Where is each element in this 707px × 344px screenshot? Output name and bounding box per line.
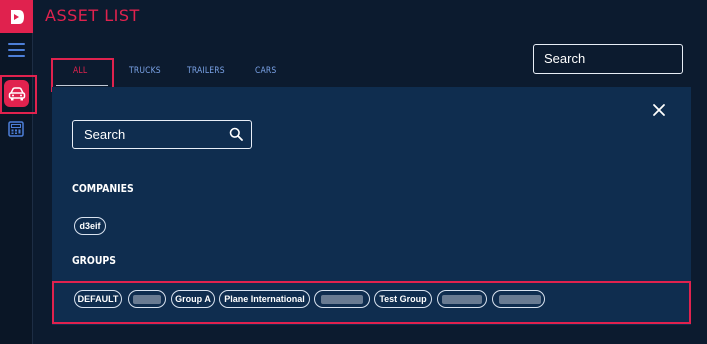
tab-all[interactable]: ALL	[73, 66, 87, 76]
app-window: ASSET LIST Search ALL TRUCKS TRAILERS CA…	[0, 0, 707, 344]
companies-heading: COMPANIES	[72, 182, 134, 195]
groups-heading: GROUPS	[72, 254, 117, 267]
redacted-text	[499, 295, 541, 304]
header-search-input[interactable]: Search	[533, 44, 683, 74]
calculator-icon[interactable]	[8, 121, 24, 137]
panel-search-placeholder: Search	[84, 127, 126, 142]
page-title: ASSET LIST	[45, 6, 140, 25]
tab-cars[interactable]: CARS	[255, 66, 276, 76]
tab-trailers[interactable]: TRAILERS	[187, 66, 225, 76]
tab-trucks[interactable]: TRUCKS	[129, 66, 161, 76]
group-chip[interactable]: DEFAULT	[74, 290, 122, 308]
left-rail	[0, 0, 37, 344]
groups-list: DEFAULT Group A Plane International Test…	[74, 290, 549, 308]
brand-logo-icon[interactable]	[0, 0, 33, 33]
company-chip[interactable]: d3eif	[74, 217, 106, 235]
group-chip-redacted[interactable]	[492, 290, 545, 308]
group-chip-redacted[interactable]	[128, 290, 166, 308]
panel-search-input[interactable]: Search	[72, 120, 252, 149]
group-chip[interactable]: Plane International	[219, 290, 310, 308]
group-chip[interactable]: Test Group	[374, 290, 432, 308]
group-chip-redacted[interactable]	[437, 290, 487, 308]
car-icon	[8, 86, 25, 100]
companies-list: d3eif	[74, 217, 106, 235]
hamburger-menu-icon[interactable]	[8, 42, 25, 58]
group-chip[interactable]: Group A	[171, 290, 215, 308]
close-icon[interactable]	[651, 102, 667, 118]
header-search-placeholder: Search	[544, 51, 586, 66]
tab-active-underline	[56, 85, 108, 86]
redacted-text	[442, 295, 482, 304]
group-chip-redacted[interactable]	[314, 290, 370, 308]
search-icon[interactable]	[229, 127, 243, 141]
redacted-text	[321, 295, 363, 304]
nav-asset-list-button[interactable]	[4, 80, 29, 107]
redacted-text	[133, 295, 161, 304]
